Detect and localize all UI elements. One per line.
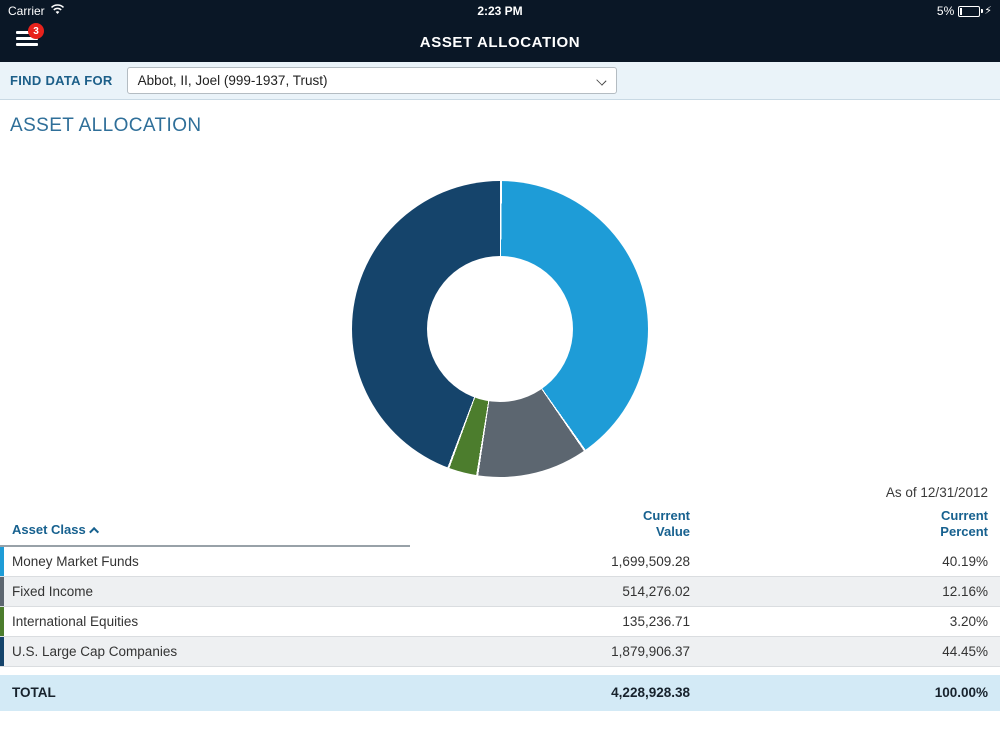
- status-bar: Carrier 2:23 PM 5% ⚡: [0, 0, 1000, 22]
- table-row[interactable]: Money Market Funds 1,699,509.28 40.19%: [0, 547, 1000, 577]
- header-asset-class[interactable]: Asset Class: [0, 522, 410, 546]
- current-percent-cell: 44.45%: [690, 644, 988, 659]
- asset-class-cell: International Equities: [0, 614, 410, 629]
- page-title: ASSET ALLOCATION: [420, 34, 580, 51]
- as-of-date: As of 12/31/2012: [0, 485, 1000, 500]
- allocation-table: Asset Class Current Value Current Percen…: [0, 508, 1000, 711]
- chevron-down-icon: [596, 75, 606, 85]
- account-select-value: Abbot, II, Joel (999-1937, Trust): [138, 73, 328, 88]
- row-color-indicator: [0, 577, 4, 606]
- donut-hole: [427, 256, 573, 402]
- current-percent-cell: 3.20%: [690, 614, 988, 629]
- table-header-row: Asset Class Current Value Current Percen…: [0, 508, 1000, 547]
- current-value-cell: 1,699,509.28: [410, 554, 690, 569]
- menu-button[interactable]: 3: [16, 31, 38, 49]
- table-row[interactable]: Fixed Income 514,276.02 12.16%: [0, 577, 1000, 607]
- row-color-indicator: [0, 547, 4, 576]
- table-row[interactable]: International Equities 135,236.71 3.20%: [0, 607, 1000, 637]
- total-value: 4,228,928.38: [410, 685, 690, 700]
- total-percent: 100.00%: [690, 685, 988, 700]
- asset-class-cell: Fixed Income: [0, 584, 410, 599]
- current-percent-cell: 40.19%: [690, 554, 988, 569]
- section-heading: ASSET ALLOCATION: [10, 115, 1000, 137]
- notification-badge: 3: [28, 23, 44, 39]
- wifi-icon: [50, 4, 65, 18]
- current-value-cell: 514,276.02: [410, 584, 690, 599]
- table-row[interactable]: U.S. Large Cap Companies 1,879,906.37 44…: [0, 637, 1000, 667]
- row-color-indicator: [0, 637, 4, 666]
- account-select[interactable]: Abbot, II, Joel (999-1937, Trust): [127, 67, 617, 94]
- find-data-label: FIND DATA FOR: [10, 73, 113, 88]
- row-color-indicator: [0, 607, 4, 636]
- current-value-cell: 135,236.71: [410, 614, 690, 629]
- donut-chart[interactable]: [352, 181, 648, 477]
- table-total-row: TOTAL 4,228,928.38 100.00%: [0, 675, 1000, 711]
- asset-class-cell: Money Market Funds: [0, 554, 410, 569]
- charging-bolt-icon: ⚡: [984, 6, 992, 17]
- current-value-cell: 1,879,906.37: [410, 644, 690, 659]
- nav-bar: 3 ASSET ALLOCATION: [0, 22, 1000, 62]
- header-current-value[interactable]: Current Value: [410, 508, 690, 547]
- battery-percent-label: 5%: [937, 4, 954, 18]
- header-current-percent[interactable]: Current Percent: [690, 508, 988, 547]
- current-percent-cell: 12.16%: [690, 584, 988, 599]
- asset-class-cell: U.S. Large Cap Companies: [0, 644, 410, 659]
- clock: 2:23 PM: [0, 4, 1000, 18]
- sort-ascending-icon: [89, 527, 99, 537]
- carrier-label: Carrier: [8, 4, 45, 18]
- find-data-bar: FIND DATA FOR Abbot, II, Joel (999-1937,…: [0, 62, 1000, 100]
- battery-icon: [958, 6, 980, 17]
- total-label: TOTAL: [0, 685, 410, 700]
